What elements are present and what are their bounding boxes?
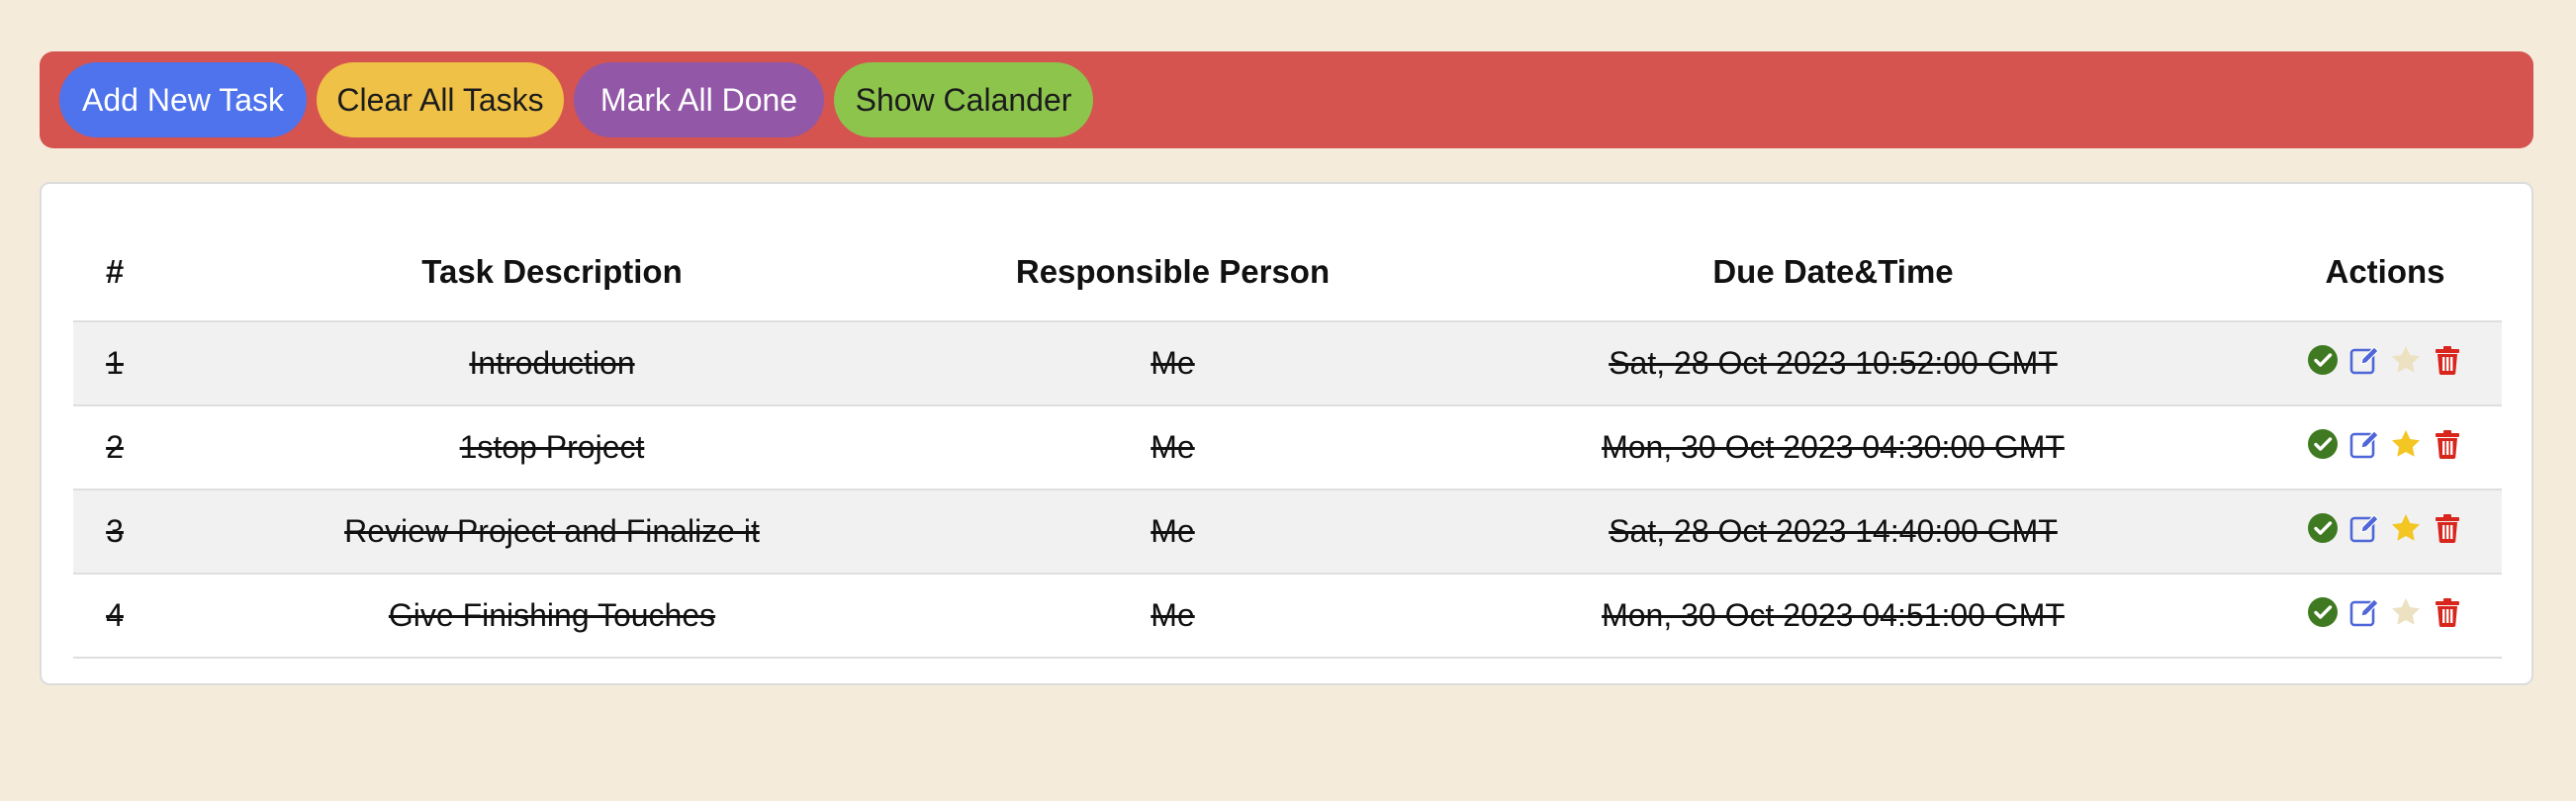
- table-row: 4 Give Finishing Touches Me Mon, 30 Oct …: [73, 574, 2502, 659]
- task-person: Me: [948, 321, 1398, 406]
- header-due: Due Date&Time: [1398, 223, 2268, 322]
- task-actions: [2268, 321, 2502, 406]
- edit-icon[interactable]: [2348, 512, 2380, 544]
- check-circle-icon[interactable]: [2307, 596, 2339, 628]
- action-icons: [2307, 428, 2463, 460]
- clear-all-tasks-button[interactable]: Clear All Tasks: [317, 62, 564, 137]
- toolbar: Add New Task Clear All Tasks Mark All Do…: [40, 51, 2533, 148]
- task-actions: [2268, 405, 2502, 490]
- task-due: Mon, 30 Oct 2023 04:30:00 GMT: [1398, 405, 2268, 490]
- star-icon[interactable]: [2390, 428, 2422, 460]
- action-icons: [2307, 596, 2463, 628]
- action-icons: [2307, 344, 2463, 376]
- trash-icon[interactable]: [2432, 344, 2463, 376]
- task-person: Me: [948, 490, 1398, 575]
- header-num: #: [73, 223, 156, 322]
- task-num: 4: [73, 574, 156, 659]
- table-row: 3 Review Project and Finalize it Me Sat,…: [73, 490, 2502, 575]
- task-person: Me: [948, 574, 1398, 659]
- table-row: 1 Introduction Me Sat, 28 Oct 2023 10:52…: [73, 321, 2502, 406]
- header-description: Task Description: [156, 223, 948, 322]
- header-actions: Actions: [2268, 223, 2502, 322]
- trash-icon[interactable]: [2432, 596, 2463, 628]
- task-description: Review Project and Finalize it: [156, 490, 948, 575]
- task-table-card: # Task Description Responsible Person Du…: [40, 182, 2533, 685]
- task-due: Sat, 28 Oct 2023 14:40:00 GMT: [1398, 490, 2268, 575]
- mark-all-done-button[interactable]: Mark All Done: [574, 62, 824, 137]
- table-header-row: # Task Description Responsible Person Du…: [73, 223, 2502, 322]
- check-circle-icon[interactable]: [2307, 344, 2339, 376]
- task-due: Sat, 28 Oct 2023 10:52:00 GMT: [1398, 321, 2268, 406]
- edit-icon[interactable]: [2348, 428, 2380, 460]
- task-description: Give Finishing Touches: [156, 574, 948, 659]
- star-icon[interactable]: [2390, 512, 2422, 544]
- edit-icon[interactable]: [2348, 344, 2380, 376]
- task-actions: [2268, 574, 2502, 659]
- add-new-task-button[interactable]: Add New Task: [59, 62, 307, 137]
- task-person: Me: [948, 405, 1398, 490]
- task-num: 1: [73, 321, 156, 406]
- task-table: # Task Description Responsible Person Du…: [73, 223, 2502, 659]
- action-icons: [2307, 512, 2463, 544]
- show-calendar-button[interactable]: Show Calander: [834, 62, 1093, 137]
- header-person: Responsible Person: [948, 223, 1398, 322]
- check-circle-icon[interactable]: [2307, 428, 2339, 460]
- star-icon[interactable]: [2390, 344, 2422, 376]
- task-num: 3: [73, 490, 156, 575]
- task-description: 1stop Project: [156, 405, 948, 490]
- task-num: 2: [73, 405, 156, 490]
- table-row: 2 1stop Project Me Mon, 30 Oct 2023 04:3…: [73, 405, 2502, 490]
- star-icon[interactable]: [2390, 596, 2422, 628]
- task-description: Introduction: [156, 321, 948, 406]
- check-circle-icon[interactable]: [2307, 512, 2339, 544]
- trash-icon[interactable]: [2432, 512, 2463, 544]
- task-actions: [2268, 490, 2502, 575]
- trash-icon[interactable]: [2432, 428, 2463, 460]
- task-due: Mon, 30 Oct 2023 04:51:00 GMT: [1398, 574, 2268, 659]
- edit-icon[interactable]: [2348, 596, 2380, 628]
